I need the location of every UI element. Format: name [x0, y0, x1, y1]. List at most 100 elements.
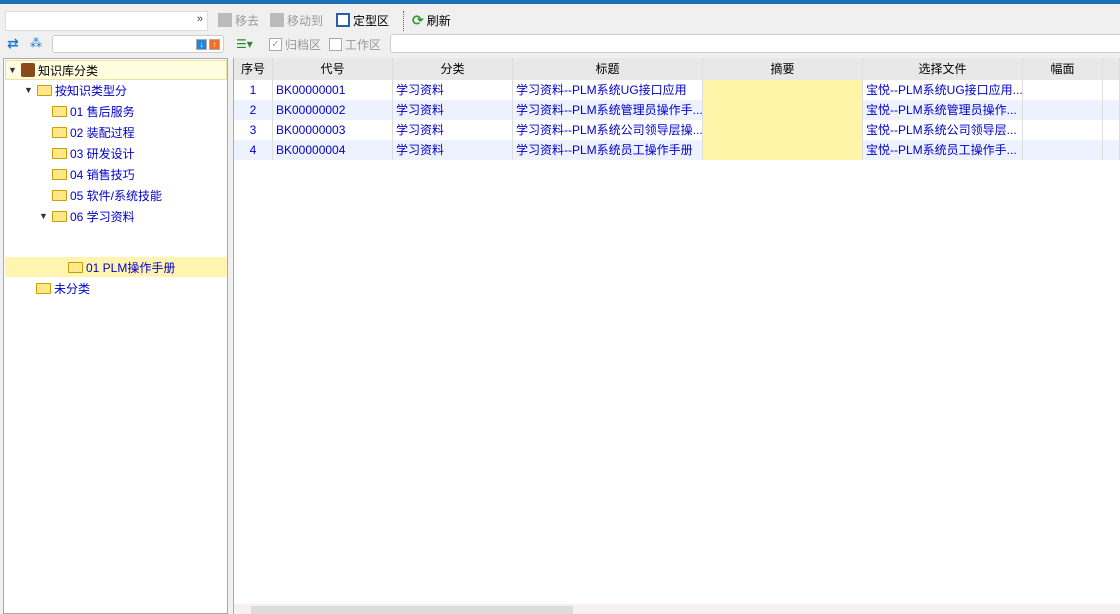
table-row[interactable]: 1 BK00000001 学习资料 学习资料--PLM系统UG接口应用 宝悦--PLM系… — [234, 80, 1120, 100]
tree-pane: ⇄ ⁂ ↓ ↑ ▼ 知识库分类 ▼ 按知识类型分 01 售后服务 02 装配过程 0… — [0, 30, 228, 614]
table-cell — [1103, 140, 1120, 160]
library-icon — [21, 63, 35, 77]
work-checkbox[interactable]: 工作区 — [329, 36, 381, 53]
folder-icon — [52, 168, 67, 180]
view-list-icon[interactable]: ☰▾ — [236, 37, 253, 51]
table-cell — [1103, 100, 1120, 120]
tree-node[interactable]: 03 研发设计 — [52, 143, 135, 163]
toolbar-separator — [403, 11, 404, 31]
column-header[interactable]: 代号 — [273, 58, 393, 80]
table-cell: 2 — [234, 100, 273, 120]
column-header[interactable]: 分类 — [393, 58, 513, 80]
tree-toolbar: ⇄ ⁂ ↓ ↑ — [0, 30, 228, 58]
archive-checkbox[interactable]: ✓ 归档区 — [269, 36, 321, 53]
table-cell: 宝悦--PLM系统员工操作手... — [863, 140, 1023, 160]
column-header[interactable]: 幅面 — [1023, 58, 1103, 80]
table-cell: 学习资料--PLM系统公司领导层操... — [513, 120, 703, 140]
table-cell: 学习资料--PLM系统管理员操作手... — [513, 100, 703, 120]
column-header[interactable]: 摘要 — [703, 58, 863, 80]
column-header[interactable]: 标题 — [513, 58, 703, 80]
tree-node[interactable]: 未分类 — [36, 278, 90, 298]
checkbox-icon — [329, 38, 342, 51]
tree-node-label: 03 研发设计 — [70, 146, 135, 161]
category-combo[interactable]: » — [5, 11, 208, 31]
arrow-up-icon[interactable]: ↑ — [209, 39, 220, 50]
table-cell — [703, 100, 863, 120]
table-cell: 学习资料--PLM系统员工操作手册 — [513, 140, 703, 160]
tree-node[interactable]: 01 售后服务 — [52, 101, 135, 121]
folder-icon — [52, 189, 67, 201]
tree-node-label: 06 学习资料 — [70, 209, 135, 224]
tree-node[interactable]: ▼ 按知识类型分 — [24, 80, 127, 100]
expand-icon[interactable]: ▼ — [8, 65, 18, 75]
tree-node[interactable]: 04 销售技巧 — [52, 164, 135, 184]
tree-node-label: 未分类 — [54, 281, 91, 296]
expand-icon[interactable]: ▼ — [24, 85, 34, 95]
tree-node-label: 01 PLM操作手册 — [86, 260, 176, 275]
archive-label: 归档区 — [285, 38, 322, 52]
table-cell: 学习资料 — [393, 120, 513, 140]
table-row[interactable]: 4 BK00000004 学习资料 学习资料--PLM系统员工操作手册 宝悦--PLM系… — [234, 140, 1120, 160]
checkbox-icon: ✓ — [269, 38, 282, 51]
table-cell: 宝悦--PLM系统公司领导层... — [863, 120, 1023, 140]
grid-search-input[interactable] — [390, 34, 1120, 53]
fixed-area-button[interactable]: 定型区 — [336, 10, 389, 30]
table-cell: 学习资料 — [393, 80, 513, 100]
table-cell: 宝悦--PLM系统管理员操作... — [863, 100, 1023, 120]
move-to-label: 移动到 — [287, 13, 324, 28]
remove-label: 移去 — [235, 13, 260, 28]
document-grid: 序号 代号 分类 标题 摘要 选择文件 幅面 1 BK00000001 学习资料 学习… — [233, 58, 1120, 614]
table-cell — [703, 80, 863, 100]
table-cell: 学习资料 — [393, 140, 513, 160]
folder-icon — [52, 105, 67, 117]
table-cell — [1023, 120, 1103, 140]
folder-icon — [37, 84, 52, 96]
filter-toolbar: ☰▾ ✓ 归档区 工作区 — [233, 33, 1120, 55]
table-cell: 3 — [234, 120, 273, 140]
expand-icon[interactable]: ▼ — [39, 211, 49, 221]
tree-search-input[interactable]: ↓ ↑ — [52, 35, 224, 53]
column-header[interactable]: 序号 — [234, 58, 273, 80]
tree-node-label: 05 软件/系统技能 — [70, 188, 163, 203]
category-tree: ▼ 知识库分类 ▼ 按知识类型分 01 售后服务 02 装配过程 03 研发设计 0… — [3, 58, 228, 614]
table-cell: BK00000002 — [273, 100, 393, 120]
tree-node[interactable]: 02 装配过程 — [52, 122, 135, 142]
scrollbar-thumb[interactable] — [251, 606, 573, 614]
table-row[interactable]: 3 BK00000003 学习资料 学习资料--PLM系统公司领导层操... 宝悦--P… — [234, 120, 1120, 140]
tree-node-label: 04 销售技巧 — [70, 167, 135, 182]
fixed-area-label: 定型区 — [353, 13, 390, 28]
tree-node-root[interactable]: ▼ 知识库分类 — [8, 60, 98, 80]
column-header[interactable]: 选择文件 — [863, 58, 1023, 80]
tree-node[interactable]: ▼ 06 学习资料 — [39, 206, 135, 226]
table-row[interactable]: 2 BK00000002 学习资料 学习资料--PLM系统管理员操作手... 宝悦--P… — [234, 100, 1120, 120]
table-cell: BK00000001 — [273, 80, 393, 100]
table-cell — [703, 140, 863, 160]
remove-button[interactable]: 移去 — [218, 10, 259, 30]
table-cell: 学习资料--PLM系统UG接口应用 — [513, 80, 703, 100]
work-label: 工作区 — [345, 38, 382, 52]
arrow-down-icon[interactable]: ↓ — [196, 39, 207, 50]
tree-node-label: 知识库分类 — [38, 63, 99, 78]
column-header-filler — [1103, 58, 1120, 80]
tree-node-label: 按知识类型分 — [55, 83, 128, 98]
table-cell: 宝悦--PLM系统UG接口应用... — [863, 80, 1023, 100]
refresh-button[interactable]: ⟳ 刷新 — [412, 10, 451, 30]
tree-structure-icon[interactable]: ⁂ — [30, 36, 42, 50]
table-cell — [1103, 120, 1120, 140]
table-cell: 4 — [234, 140, 273, 160]
fixed-area-icon — [336, 13, 350, 27]
tree-node-label: 01 售后服务 — [70, 104, 135, 119]
tree-node[interactable]: 05 软件/系统技能 — [52, 185, 162, 205]
refresh-icon: ⟳ — [412, 11, 424, 28]
document-icon — [218, 13, 232, 27]
sync-icon[interactable]: ⇄ — [7, 35, 19, 52]
folder-icon — [36, 282, 51, 294]
tree-node-label: 02 装配过程 — [70, 125, 135, 140]
move-to-button[interactable]: 移动到 — [270, 10, 323, 30]
grid-header: 序号 代号 分类 标题 摘要 选择文件 幅面 — [234, 58, 1120, 80]
refresh-label: 刷新 — [426, 13, 451, 28]
table-cell: BK00000004 — [273, 140, 393, 160]
tree-node-selected[interactable]: 01 PLM操作手册 — [68, 257, 175, 277]
horizontal-scrollbar[interactable] — [234, 604, 1120, 614]
folder-icon — [52, 210, 67, 222]
